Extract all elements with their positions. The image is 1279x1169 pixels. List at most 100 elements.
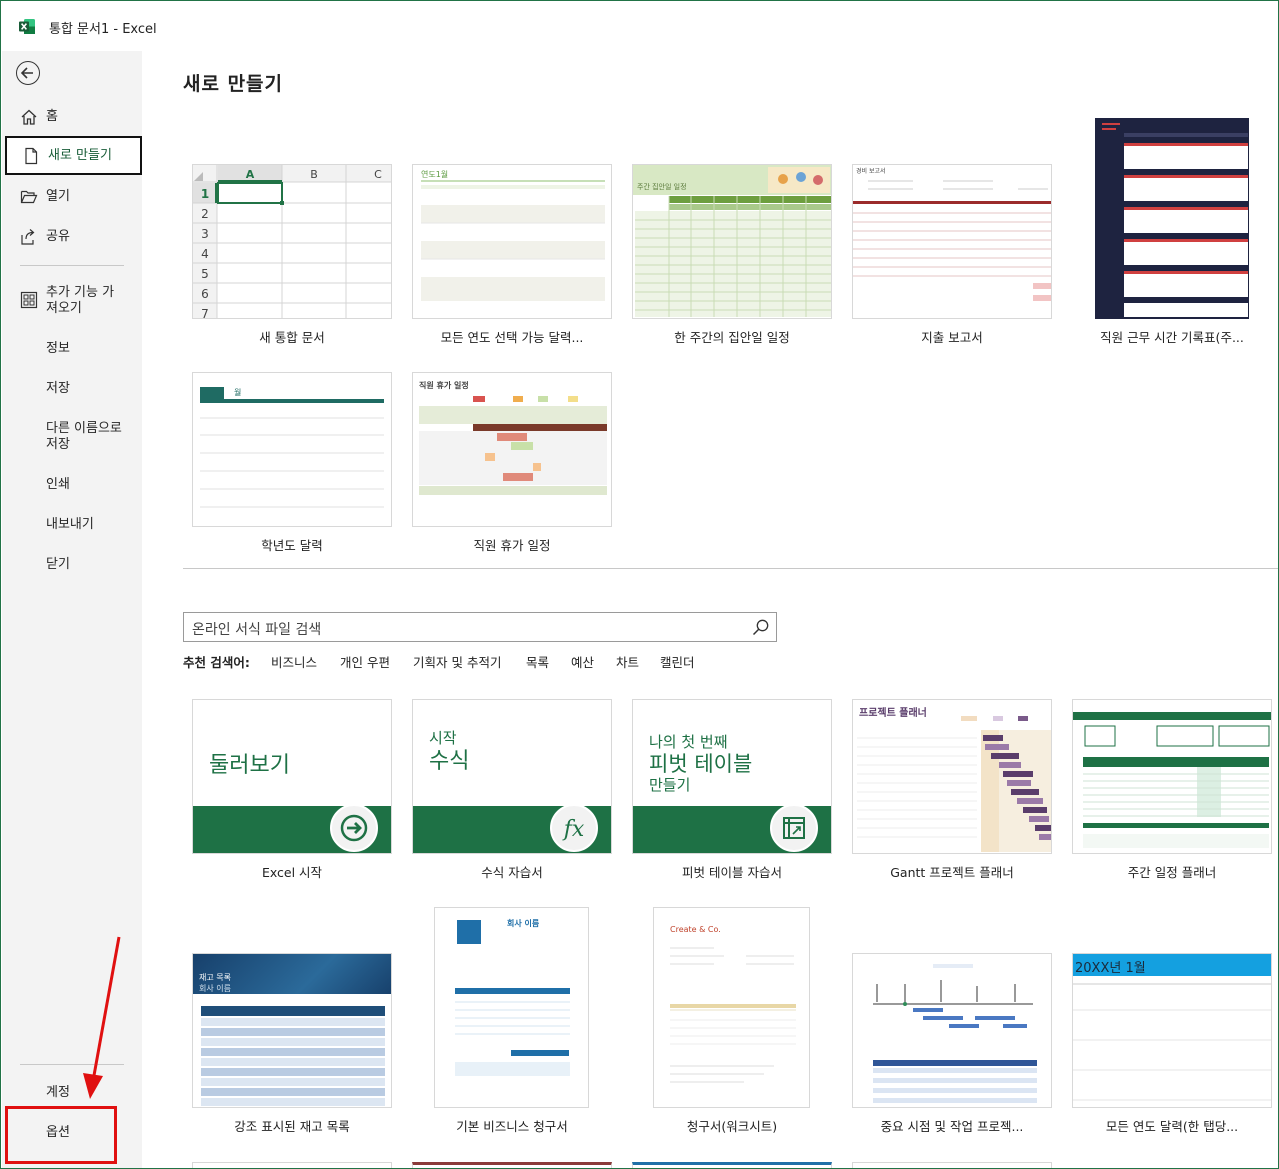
svg-text:직원 휴가 일정: 직원 휴가 일정 (419, 380, 469, 390)
suggested-term-calendar[interactable]: 캘린더 (660, 652, 695, 671)
template-tile-any-year-calendar-tab[interactable]: 20XX년 1월 (1072, 953, 1272, 1108)
expense-report-thumbnail: 경비 보고서 (853, 167, 1051, 301)
template-tile-partial[interactable] (852, 1162, 1052, 1168)
template-tile-expense-report[interactable]: 경비 보고서 (852, 164, 1052, 319)
suggested-label-text: 추천 검색어: (183, 655, 250, 670)
row-header: 2 (201, 207, 209, 221)
sidebar-item-label: 새로 만들기 (48, 148, 112, 163)
suggested-term-planners[interactable]: 기획자 및 추적기 (413, 652, 501, 671)
template-tile-formula-tutorial[interactable]: 시작 수식 fx (412, 699, 612, 854)
sidebar-divider (20, 265, 124, 266)
template-tile-academic-calendar[interactable]: 월 (192, 372, 392, 527)
svg-text:경비 보고서: 경비 보고서 (856, 167, 886, 175)
template-tile-partial[interactable] (192, 1162, 392, 1168)
new-panel: 새로 만들기 A B C 1 2 3 4 5 6 7 새 통합 문서 연도1월 … (142, 51, 1278, 1168)
template-name: 수식 자습서 (481, 865, 543, 880)
vacation-schedule-thumbnail: 직원 휴가 일정 (419, 380, 607, 495)
sidebar-item-label: 홈 (46, 109, 58, 124)
suggested-term-personal-mail[interactable]: 개인 우편 (340, 652, 390, 671)
sidebar-item-label: 저장 (46, 381, 70, 396)
tile-heading: 둘러보기 (209, 753, 290, 778)
col-header-c: C (374, 168, 382, 181)
svg-text:월: 월 (234, 387, 241, 397)
sidebar-item-home[interactable]: 홈 (2, 108, 142, 128)
academic-calendar-thumbnail: 월 (200, 387, 384, 508)
sidebar-item-info[interactable]: 정보 (2, 340, 142, 360)
template-name: 피벗 테이블 자습서 (682, 865, 782, 880)
template-name: 학년도 달력 (261, 538, 323, 553)
template-name: 한 주간의 집안일 일정 (674, 330, 790, 345)
sidebar-item-account[interactable]: 계정 (2, 1084, 142, 1104)
share-icon (21, 229, 35, 245)
sidebar-item-label: 인쇄 (46, 477, 70, 492)
title-bar: 통합 문서1 - Excel (1, 1, 1278, 51)
template-name: 중요 시점 및 작업 프로젝... (880, 1119, 1024, 1134)
tile-subheading: 만들기 (649, 776, 691, 794)
template-name: 모든 연도 선택 가능 달력... (440, 330, 584, 345)
sidebar-item-open[interactable]: 열기 (2, 188, 142, 208)
template-tile-partial[interactable] (412, 1162, 612, 1168)
sidebar-item-label: 계정 (46, 1085, 70, 1100)
sidebar-item-save-as[interactable]: 다른 이름으로 저장 (2, 420, 142, 454)
sidebar-item-new[interactable]: 새로 만들기 (5, 136, 142, 175)
template-tile-milestone-project[interactable] (852, 953, 1052, 1108)
template-tile-excel-tour[interactable]: 둘러보기 (192, 699, 392, 854)
sidebar-item-export[interactable]: 내보내기 (2, 516, 142, 536)
sidebar-item-label: 닫기 (46, 557, 70, 572)
suggested-term-lists[interactable]: 목록 (526, 652, 549, 671)
month-calendar-thumbnail (1073, 983, 1271, 1101)
milestone-timeline-thumbnail (873, 964, 1037, 1103)
arrow-right-icon (330, 804, 378, 852)
row-header: 4 (201, 247, 209, 261)
row-header: 7 (201, 307, 209, 319)
sidebar-item-print[interactable]: 인쇄 (2, 476, 142, 496)
suggested-term-business[interactable]: 비즈니스 (271, 652, 317, 671)
template-tile-any-year-calendar[interactable]: 연도1월 (412, 164, 612, 319)
new-document-icon (25, 147, 38, 165)
search-icon[interactable] (752, 618, 770, 636)
sidebar-item-share[interactable]: 공유 (2, 228, 142, 248)
excel-backstage-window: 통합 문서1 - Excel 홈 새로 만들기 열기 공유 추가 기능 가 져오… (0, 0, 1279, 1169)
template-tile-business-invoice[interactable]: 회사 이름 (434, 907, 589, 1108)
row-header: 5 (201, 267, 209, 281)
template-tile-inventory-list[interactable]: 재고 목록 회사 이름 (192, 953, 392, 1108)
window-title: 통합 문서1 - Excel (49, 22, 157, 37)
template-name: 직원 휴가 일정 (473, 538, 551, 553)
search-input[interactable]: 온라인 서식 파일 검색 (192, 619, 321, 639)
suggested-searches-label: 추천 검색어: (183, 652, 250, 671)
sidebar-item-save[interactable]: 저장 (2, 380, 142, 400)
template-tile-gantt-planner[interactable]: 프로젝트 플래너 (852, 699, 1052, 854)
section-divider (183, 568, 1278, 569)
template-tile-pivot-tutorial[interactable]: 나의 첫 번째 피벗 테이블 만들기 (632, 699, 832, 854)
row-header: 3 (201, 227, 209, 241)
template-tile-partial[interactable] (632, 1162, 832, 1168)
template-tile-blank-workbook[interactable]: A B C 1 2 3 4 5 6 7 (192, 164, 392, 319)
excel-logo-icon (19, 19, 35, 34)
template-tile-invoice-worksheet[interactable]: Create & Co. (653, 907, 810, 1108)
pivot-table-icon (770, 804, 818, 852)
template-tile-weekly-chores[interactable]: 주간 집안일 일정 (632, 164, 832, 319)
sidebar-item-get-addins[interactable]: 추가 기능 가 져오기 (2, 284, 142, 318)
gantt-chart-thumbnail (857, 716, 1051, 852)
template-name: 지출 보고서 (921, 330, 983, 345)
template-tile-timesheet[interactable] (1095, 118, 1249, 319)
invoice-worksheet-thumbnail (670, 947, 796, 1083)
template-tile-vacation-schedule[interactable]: 직원 휴가 일정 (412, 372, 612, 527)
template-name: 모든 연도 달력(한 탭당... (1105, 1119, 1239, 1134)
svg-text:연도1월: 연도1월 (421, 169, 448, 179)
sidebar-item-close[interactable]: 닫기 (2, 556, 142, 576)
online-template-search[interactable]: 온라인 서식 파일 검색 (183, 612, 777, 642)
row-header: 6 (201, 287, 209, 301)
suggested-term-charts[interactable]: 차트 (616, 652, 639, 671)
back-button[interactable] (16, 61, 40, 85)
function-fx-icon: fx (550, 804, 598, 852)
sidebar-item-label: 다른 이름으로 저장 (46, 421, 122, 452)
template-tile-weekly-planner[interactable] (1072, 699, 1272, 854)
tile-heading: 회사 이름 (507, 919, 540, 928)
addins-grid-icon (20, 291, 38, 309)
template-name: 주간 일정 플래너 (1127, 865, 1217, 880)
suggested-term-budget[interactable]: 예산 (571, 652, 594, 671)
blank-grid-thumbnail: A B C 1 2 3 4 5 6 7 (193, 165, 391, 319)
template-name: 직원 근무 시간 기록표(주... (1100, 330, 1244, 345)
sidebar-item-label: 공유 (46, 229, 70, 244)
